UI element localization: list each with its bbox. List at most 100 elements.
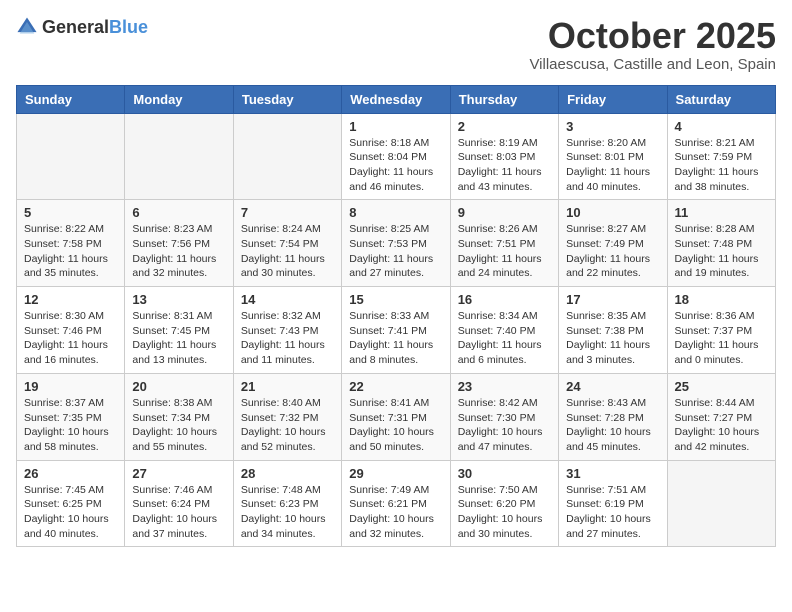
day-number: 27 [132, 466, 225, 481]
page-header: GeneralBlue October 2025 Villaescusa, Ca… [16, 16, 776, 73]
day-number: 7 [241, 205, 334, 220]
day-info: Sunrise: 8:41 AM Sunset: 7:31 PM Dayligh… [349, 396, 442, 455]
day-number: 28 [241, 466, 334, 481]
weekday-thursday: Thursday [450, 85, 558, 113]
calendar-cell: 14 Sunrise: 8:32 AM Sunset: 7:43 PM Dayli… [233, 287, 341, 374]
calendar-cell [17, 113, 125, 200]
calendar-cell: 24 Sunrise: 8:43 AM Sunset: 7:28 PM Dayli… [559, 373, 667, 460]
calendar-cell: 13 Sunrise: 8:31 AM Sunset: 7:45 PM Dayli… [125, 287, 233, 374]
calendar-cell: 26Sunrise: 7:45 AM Sunset: 6:25 PM Dayli… [17, 460, 125, 547]
day-info: Sunrise: 8:44 AM Sunset: 7:27 PM Dayligh… [675, 396, 768, 455]
day-info: Sunrise: 8:33 AM Sunset: 7:41 PM Dayligh… [349, 309, 442, 368]
calendar-cell: 16 Sunrise: 8:34 AM Sunset: 7:40 PM Dayli… [450, 287, 558, 374]
calendar-cell: 4Sunrise: 8:21 AM Sunset: 7:59 PM Daylig… [667, 113, 775, 200]
day-number: 21 [241, 379, 334, 394]
day-info: Sunrise: 7:48 AM Sunset: 6:23 PM Dayligh… [241, 483, 334, 542]
day-number: 14 [241, 292, 334, 307]
day-info: Sunrise: 8:18 AM Sunset: 8:04 PM Dayligh… [349, 136, 442, 195]
logo-general: General [42, 17, 109, 37]
day-number: 23 [458, 379, 551, 394]
day-info: Sunrise: 8:28 AM Sunset: 7:48 PM Dayligh… [675, 222, 768, 281]
day-info: Sunrise: 8:22 AM Sunset: 7:58 PM Dayligh… [24, 222, 117, 281]
calendar-cell: 9 Sunrise: 8:26 AM Sunset: 7:51 PM Daylig… [450, 200, 558, 287]
day-number: 29 [349, 466, 442, 481]
calendar-cell: 15 Sunrise: 8:33 AM Sunset: 7:41 PM Dayli… [342, 287, 450, 374]
day-number: 20 [132, 379, 225, 394]
weekday-friday: Friday [559, 85, 667, 113]
day-info: Sunrise: 8:26 AM Sunset: 7:51 PM Dayligh… [458, 222, 551, 281]
calendar-week-row: 5 Sunrise: 8:22 AM Sunset: 7:58 PM Daylig… [17, 200, 776, 287]
day-info: Sunrise: 8:31 AM Sunset: 7:45 PM Dayligh… [132, 309, 225, 368]
day-info: Sunrise: 7:46 AM Sunset: 6:24 PM Dayligh… [132, 483, 225, 542]
calendar-cell: 29 Sunrise: 7:49 AM Sunset: 6:21 PM Dayli… [342, 460, 450, 547]
day-info: Sunrise: 8:21 AM Sunset: 7:59 PM Dayligh… [675, 136, 768, 195]
day-info: Sunrise: 8:42 AM Sunset: 7:30 PM Dayligh… [458, 396, 551, 455]
weekday-tuesday: Tuesday [233, 85, 341, 113]
day-number: 10 [566, 205, 659, 220]
day-info: Sunrise: 8:27 AM Sunset: 7:49 PM Dayligh… [566, 222, 659, 281]
location-title: Villaescusa, Castille and Leon, Spain [529, 56, 776, 73]
day-info: Sunrise: 8:35 AM Sunset: 7:38 PM Dayligh… [566, 309, 659, 368]
calendar-cell: 31 Sunrise: 7:51 AM Sunset: 6:19 PM Dayli… [559, 460, 667, 547]
calendar-cell [667, 460, 775, 547]
calendar-cell: 8Sunrise: 8:25 AM Sunset: 7:53 PM Daylig… [342, 200, 450, 287]
calendar-cell: 10 Sunrise: 8:27 AM Sunset: 7:49 PM Dayli… [559, 200, 667, 287]
calendar-cell: 19 Sunrise: 8:37 AM Sunset: 7:35 PM Dayli… [17, 373, 125, 460]
calendar-table: SundayMondayTuesdayWednesdayThursdayFrid… [16, 85, 776, 548]
day-info: Sunrise: 8:40 AM Sunset: 7:32 PM Dayligh… [241, 396, 334, 455]
day-info: Sunrise: 7:49 AM Sunset: 6:21 PM Dayligh… [349, 483, 442, 542]
logo-blue: Blue [109, 17, 148, 37]
day-number: 2 [458, 119, 551, 134]
calendar-cell [125, 113, 233, 200]
calendar-cell: 27 Sunrise: 7:46 AM Sunset: 6:24 PM Dayli… [125, 460, 233, 547]
calendar-cell: 7 Sunrise: 8:24 AM Sunset: 7:54 PM Daylig… [233, 200, 341, 287]
calendar-cell: 12Sunrise: 8:30 AM Sunset: 7:46 PM Dayli… [17, 287, 125, 374]
day-number: 1 [349, 119, 442, 134]
day-number: 30 [458, 466, 551, 481]
day-number: 31 [566, 466, 659, 481]
calendar-cell: 11 Sunrise: 8:28 AM Sunset: 7:48 PM Dayli… [667, 200, 775, 287]
logo-icon [16, 16, 38, 38]
day-number: 15 [349, 292, 442, 307]
day-number: 3 [566, 119, 659, 134]
day-number: 13 [132, 292, 225, 307]
day-info: Sunrise: 7:51 AM Sunset: 6:19 PM Dayligh… [566, 483, 659, 542]
day-number: 25 [675, 379, 768, 394]
day-number: 19 [24, 379, 117, 394]
calendar-cell: 5 Sunrise: 8:22 AM Sunset: 7:58 PM Daylig… [17, 200, 125, 287]
day-number: 6 [132, 205, 225, 220]
calendar-week-row: 12Sunrise: 8:30 AM Sunset: 7:46 PM Dayli… [17, 287, 776, 374]
weekday-monday: Monday [125, 85, 233, 113]
logo: GeneralBlue [16, 16, 148, 38]
day-number: 24 [566, 379, 659, 394]
weekday-sunday: Sunday [17, 85, 125, 113]
calendar-cell: 25 Sunrise: 8:44 AM Sunset: 7:27 PM Dayli… [667, 373, 775, 460]
calendar-week-row: 19 Sunrise: 8:37 AM Sunset: 7:35 PM Dayli… [17, 373, 776, 460]
calendar-cell: 3 Sunrise: 8:20 AM Sunset: 8:01 PM Daylig… [559, 113, 667, 200]
day-info: Sunrise: 8:32 AM Sunset: 7:43 PM Dayligh… [241, 309, 334, 368]
day-number: 12 [24, 292, 117, 307]
day-info: Sunrise: 8:43 AM Sunset: 7:28 PM Dayligh… [566, 396, 659, 455]
day-number: 11 [675, 205, 768, 220]
day-number: 17 [566, 292, 659, 307]
weekday-saturday: Saturday [667, 85, 775, 113]
day-info: Sunrise: 8:20 AM Sunset: 8:01 PM Dayligh… [566, 136, 659, 195]
calendar-week-row: 1 Sunrise: 8:18 AM Sunset: 8:04 PM Daylig… [17, 113, 776, 200]
calendar-cell: 1 Sunrise: 8:18 AM Sunset: 8:04 PM Daylig… [342, 113, 450, 200]
calendar-cell: 21 Sunrise: 8:40 AM Sunset: 7:32 PM Dayli… [233, 373, 341, 460]
day-info: Sunrise: 8:24 AM Sunset: 7:54 PM Dayligh… [241, 222, 334, 281]
calendar-cell: 30Sunrise: 7:50 AM Sunset: 6:20 PM Dayli… [450, 460, 558, 547]
day-info: Sunrise: 8:34 AM Sunset: 7:40 PM Dayligh… [458, 309, 551, 368]
day-info: Sunrise: 8:23 AM Sunset: 7:56 PM Dayligh… [132, 222, 225, 281]
day-info: Sunrise: 8:37 AM Sunset: 7:35 PM Dayligh… [24, 396, 117, 455]
day-number: 16 [458, 292, 551, 307]
calendar-week-row: 26Sunrise: 7:45 AM Sunset: 6:25 PM Dayli… [17, 460, 776, 547]
weekday-header-row: SundayMondayTuesdayWednesdayThursdayFrid… [17, 85, 776, 113]
day-number: 22 [349, 379, 442, 394]
day-info: Sunrise: 8:19 AM Sunset: 8:03 PM Dayligh… [458, 136, 551, 195]
calendar-cell [233, 113, 341, 200]
day-number: 9 [458, 205, 551, 220]
day-info: Sunrise: 8:36 AM Sunset: 7:37 PM Dayligh… [675, 309, 768, 368]
calendar-cell: 22 Sunrise: 8:41 AM Sunset: 7:31 PM Dayli… [342, 373, 450, 460]
day-number: 5 [24, 205, 117, 220]
